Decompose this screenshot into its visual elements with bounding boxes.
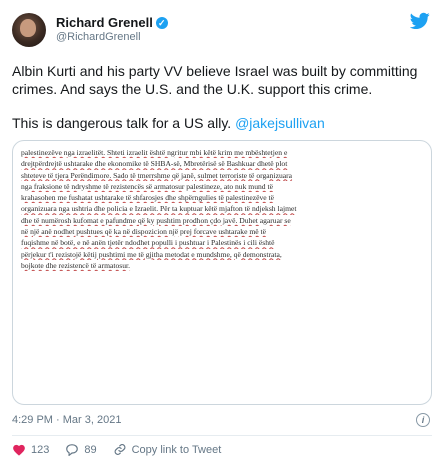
document-line: organizuara nga ushtria dhe policia e Iz… [21, 204, 297, 214]
tweet-card: Richard Grenell ✓ @RichardGrenell Albin … [0, 0, 444, 456]
tweet-header: Richard Grenell ✓ @RichardGrenell [12, 10, 432, 50]
avatar[interactable] [12, 13, 46, 47]
author-handle[interactable]: @RichardGrenell [56, 30, 168, 45]
like-count: 123 [31, 443, 50, 456]
author-block: Richard Grenell ✓ @RichardGrenell [56, 15, 168, 45]
document-line: shteteve të tjera Perëndimore. Sado të t… [21, 170, 293, 180]
tweet-text-2: This is dangerous talk for a US ally. @j… [12, 114, 432, 132]
copy-link-button[interactable]: Copy link to Tweet [113, 443, 222, 456]
document-line: nga fraksione të ndryshme të rezistencës… [21, 181, 273, 191]
tweet-meta: 4:29 PM · Mar 3, 2021 i [12, 413, 432, 427]
document-line: dhe të numërosh kufomat e pafundme që ky… [21, 215, 291, 225]
attached-document-image[interactable]: palestinezëve nga izraelitët. Shteti izr… [12, 140, 432, 405]
timestamp[interactable]: 4:29 PM · Mar 3, 2021 [12, 414, 121, 426]
document-line: përjekur t'i rezistojë këtij pushtimi me… [21, 249, 282, 259]
document-line: palestinezëve nga izraelitët. Shteti izr… [21, 148, 288, 157]
reply-bubble-icon [66, 444, 79, 456]
document-line: drejtpërdrejtë ushtarake dhe ekonomike t… [21, 159, 288, 169]
verified-badge-icon: ✓ [155, 16, 168, 29]
twitter-bird-icon[interactable] [410, 12, 430, 30]
link-icon [114, 444, 126, 455]
action-bar: 123 89 Copy link to Tweet [12, 443, 432, 456]
document-line: bojkote dhe rezistencë të armatosur. [21, 260, 131, 270]
like-button[interactable]: 123 [12, 443, 49, 456]
document-line: në një anë nodhet pushtues që ka në disp… [21, 227, 267, 237]
author-name[interactable]: Richard Grenell [56, 15, 153, 30]
document-line: fuqishme në botë, e në anën tjetër ndodh… [21, 238, 275, 248]
tweet-text-2-body: This is dangerous talk for a US ally. [12, 115, 236, 131]
author-name-row[interactable]: Richard Grenell ✓ [56, 15, 168, 30]
tweet-text: Albin Kurti and his party VV believe Isr… [12, 63, 422, 97]
reply-button[interactable]: 89 [65, 443, 97, 456]
info-icon[interactable]: i [416, 413, 430, 427]
divider [12, 435, 432, 436]
heart-icon [13, 444, 25, 456]
mention-link[interactable]: @jakejsullivan [235, 115, 325, 131]
copy-link-label: Copy link to Tweet [131, 443, 222, 456]
reply-count: 89 [84, 443, 97, 456]
document-line: krahasohen me fushatat ushtarake të shfa… [21, 193, 275, 203]
